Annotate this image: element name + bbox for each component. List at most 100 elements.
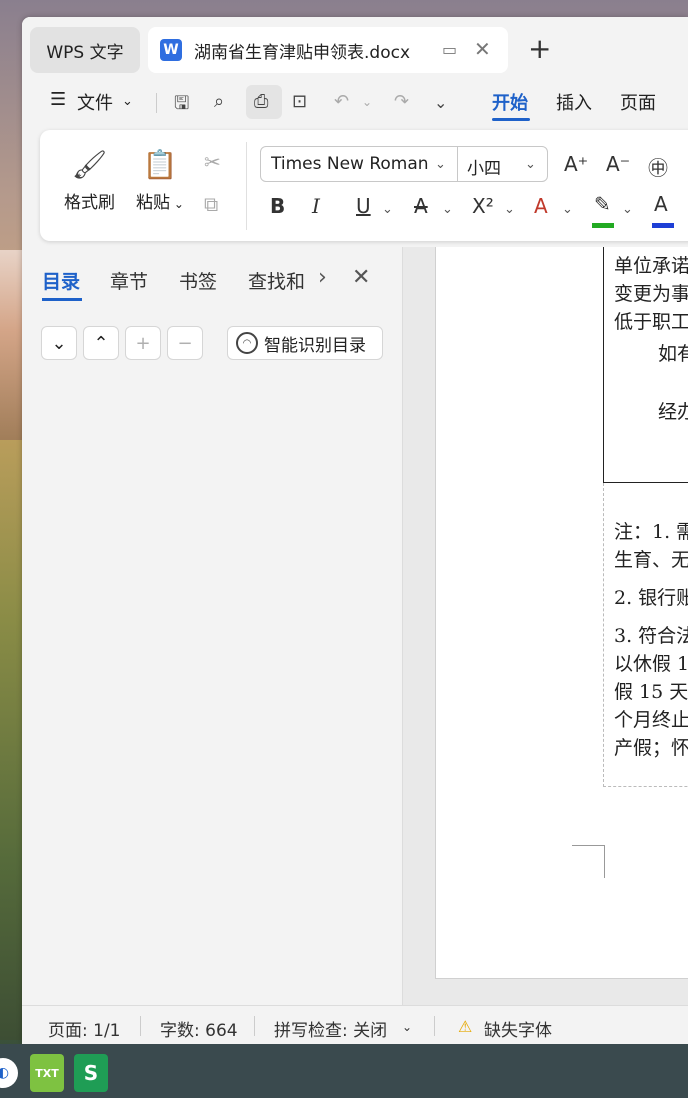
undo-icon[interactable]: ↶ — [334, 91, 349, 112]
note-line-4: 3. 符合法 — [614, 625, 688, 647]
warning-icon: ⚠ — [458, 1017, 473, 1036]
nav-tab-toc[interactable]: 目录 — [42, 267, 80, 294]
bold-button[interactable]: B — [270, 194, 285, 218]
note-line-8: 产假；怀 — [614, 737, 688, 759]
font-selector-group: Times New Roman ⌄ 小四 ⌄ — [260, 146, 548, 182]
menu-item-insert[interactable]: 插入 — [556, 89, 592, 115]
file-menu-hamburger-icon[interactable]: ☰ — [50, 89, 66, 110]
plus-icon: + — [135, 332, 151, 354]
divider — [434, 1016, 435, 1036]
format-painter-label: 格式刷 — [64, 193, 115, 213]
note-line-3: 2. 银行账 — [614, 587, 688, 609]
smart-toc-label: 智能识别目录 — [264, 335, 366, 356]
font-color-swatch — [652, 223, 674, 228]
chevron-down-icon: ⌄ — [51, 332, 67, 354]
home-ribbon: 🖌 格式刷 📋 粘贴 ⌄ ✂ ⧉ Times New Roman ⌄ 小四 ⌄ … — [40, 130, 688, 241]
smart-toc-button[interactable]: ◠ 智能识别目录 — [227, 326, 383, 360]
remove-heading-button[interactable]: − — [167, 326, 203, 360]
page-margin-corner-mark — [572, 845, 605, 878]
print-icon[interactable]: ⎙ — [254, 91, 268, 112]
note-line-5: 以休假 1 — [614, 653, 688, 675]
navigation-pane: 目录 章节 书签 查找和 › ✕ ⌄ ⌃ + − ◠ 智能识别目录 — [22, 247, 402, 1005]
table-line-4: 如有 — [658, 343, 688, 365]
save-icon[interactable]: 🖫 — [174, 91, 189, 121]
note-line-6: 假 15 天 — [614, 681, 688, 703]
smart-recognize-icon: ◠ — [236, 332, 258, 354]
phonetic-guide-icon[interactable]: ㊥ — [648, 152, 668, 181]
text-effect-dropdown-icon[interactable]: ⌄ — [562, 202, 573, 217]
close-pane-icon[interactable]: ✕ — [352, 265, 370, 290]
print-preview-icon[interactable]: ⊡ — [292, 91, 307, 112]
increase-font-size-icon[interactable]: A⁺ — [564, 152, 588, 176]
menu-item-page[interactable]: 页面 — [620, 89, 656, 115]
decrease-font-size-icon[interactable]: A⁻ — [606, 152, 630, 176]
font-size-select[interactable]: 小四 — [467, 154, 501, 179]
status-bar: 页面: 1/1 字数: 664 拼写检查: 关闭 ⌄ ⚠ 缺失字体 — [22, 1005, 688, 1044]
italic-button[interactable]: I — [312, 194, 320, 218]
spreadsheet-app-icon[interactable]: S — [74, 1054, 108, 1092]
spell-check-dropdown-icon[interactable]: ⌄ — [402, 1020, 412, 1034]
export-pdf-icon[interactable]: ⌕ — [214, 91, 224, 112]
page-count[interactable]: 页面: 1/1 — [48, 1016, 121, 1041]
word-count[interactable]: 字数: 664 — [160, 1016, 238, 1041]
highlight-icon[interactable]: ✎ — [594, 192, 611, 216]
redo-icon[interactable]: ↷ — [394, 91, 409, 112]
desktop-pin-icon[interactable]: ▭ — [442, 40, 457, 59]
superscript-dropdown-icon[interactable]: ⌄ — [504, 202, 515, 217]
strikethrough-icon[interactable]: A — [414, 194, 428, 218]
divider — [246, 142, 247, 230]
table-line-2: 变更为事 — [614, 283, 688, 305]
font-size-dropdown-icon[interactable]: ⌄ — [525, 157, 536, 172]
divider — [140, 1016, 141, 1036]
highlight-color-swatch — [592, 223, 614, 228]
close-tab-icon[interactable]: ✕ — [474, 37, 491, 61]
nav-tab-find-replace[interactable]: 查找和 — [248, 267, 310, 294]
nav-tab-sections[interactable]: 章节 — [110, 267, 148, 294]
collapse-toc-button[interactable]: ⌄ — [41, 326, 77, 360]
divider — [254, 1016, 255, 1036]
expand-toc-button[interactable]: ⌃ — [83, 326, 119, 360]
new-tab-button[interactable]: + — [528, 35, 551, 63]
underline-button[interactable]: U — [356, 194, 371, 218]
divider — [457, 147, 458, 181]
divider — [156, 93, 157, 113]
format-painter-button[interactable]: 🖌 格式刷 — [64, 148, 115, 213]
nav-tab-bookmarks[interactable]: 书签 — [179, 267, 217, 294]
menu-item-start[interactable]: 开始 — [492, 89, 528, 115]
document-page[interactable]: 单位承诺 变更为事 低于职工 如有 经办 注：1. 需 生育、无 2. 银行账 … — [435, 247, 688, 979]
spell-check-status[interactable]: 拼写检查: 关闭 — [274, 1016, 387, 1041]
file-menu-chevron-icon[interactable]: ⌄ — [122, 94, 133, 109]
paste-icon: 📋 — [142, 148, 178, 181]
undo-dropdown-icon[interactable]: ⌄ — [362, 95, 372, 109]
note-line-7: 个月终止 — [614, 709, 688, 731]
note-line-2: 生育、无 — [614, 549, 688, 571]
paste-button[interactable]: 📋 粘贴 ⌄ — [136, 148, 184, 213]
note-line-1: 注：1. 需 — [614, 521, 688, 543]
file-menu-button[interactable]: 文件 — [77, 89, 113, 115]
wps-home-tab[interactable]: WPS 文字 — [30, 27, 140, 73]
add-heading-button[interactable]: + — [125, 326, 161, 360]
font-name-select[interactable]: Times New Roman — [271, 154, 431, 174]
underline-dropdown-icon[interactable]: ⌄ — [382, 202, 393, 217]
txt-app-icon[interactable]: TXT — [30, 1054, 64, 1092]
document-tab-title: 湖南省生育津贴申领表.docx — [194, 42, 411, 63]
font-color-icon[interactable]: A — [654, 192, 668, 216]
text-effect-icon[interactable]: A — [534, 194, 548, 218]
superscript-button[interactable]: X² — [472, 194, 494, 218]
browser-app-icon[interactable]: ◐ — [0, 1058, 18, 1088]
copy-icon[interactable]: ⧉ — [204, 192, 218, 216]
highlight-dropdown-icon[interactable]: ⌄ — [622, 202, 633, 217]
chevron-up-icon: ⌃ — [93, 332, 109, 354]
table-line-5: 经办 — [658, 401, 688, 423]
nav-tabs-more-icon[interactable]: › — [318, 265, 327, 290]
word-doc-icon: W — [160, 39, 182, 61]
document-tab[interactable]: W 湖南省生育津贴申领表.docx ▭ ✕ — [148, 27, 508, 73]
missing-font-button[interactable]: 缺失字体 — [484, 1016, 552, 1041]
cut-icon[interactable]: ✂ — [204, 150, 221, 174]
more-quick-actions-icon[interactable]: ⌄ — [434, 93, 447, 112]
wps-home-tab-label: WPS 文字 — [46, 42, 124, 63]
document-canvas[interactable]: 单位承诺 变更为事 低于职工 如有 经办 注：1. 需 生育、无 2. 银行账 … — [403, 247, 688, 1005]
strikethrough-dropdown-icon[interactable]: ⌄ — [442, 202, 453, 217]
font-name-dropdown-icon[interactable]: ⌄ — [435, 157, 446, 172]
table-line-3: 低于职工 — [614, 311, 688, 333]
